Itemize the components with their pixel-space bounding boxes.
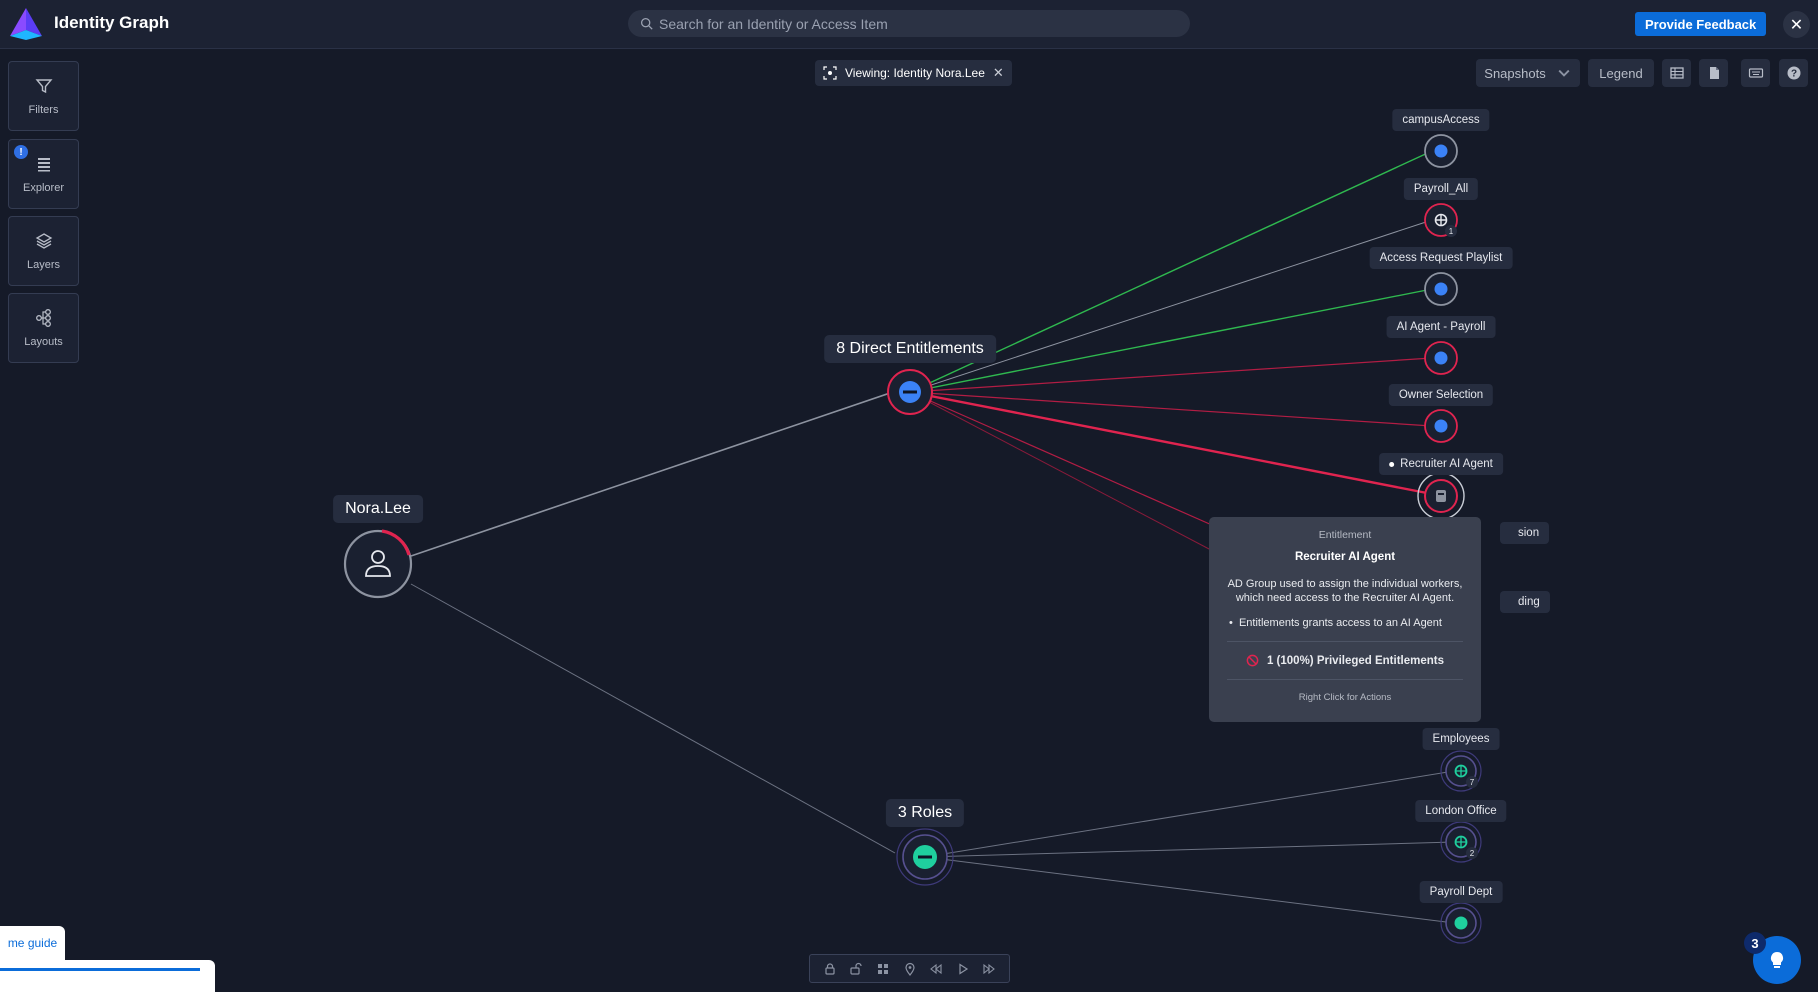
entitlements-group-label: 8 Direct Entitlements [824, 335, 996, 363]
entitlements-group-node[interactable] [887, 369, 933, 415]
identity-graph-canvas[interactable]: 1 7 2 [0, 0, 1818, 992]
roles-group-node[interactable] [896, 828, 954, 886]
tips-count-badge: 3 [1744, 932, 1766, 954]
entitlement-node-owner-selection[interactable] [1424, 409, 1458, 443]
tooltip-hint: Right Click for Actions [1298, 692, 1392, 703]
prohibited-icon [1246, 654, 1259, 667]
entitlement-label: Owner Selection [1388, 384, 1494, 406]
role-node-employees[interactable]: 7 [1440, 750, 1482, 792]
grid-icon[interactable] [876, 962, 890, 976]
bullet-dot-icon: • [1229, 617, 1239, 629]
tooltip-bullet: • Entitlements grants access to an AI Ag… [1227, 617, 1463, 629]
play-icon[interactable] [956, 962, 970, 976]
location-pin-icon[interactable] [903, 962, 917, 976]
entitlement-label-partial: sion [1500, 522, 1550, 544]
divider [1227, 679, 1463, 680]
entitlement-node-payroll-all[interactable]: 1 [1424, 203, 1458, 237]
role-label: Payroll Dept [1419, 881, 1503, 903]
unlock-icon[interactable] [849, 962, 863, 976]
role-label: Employees [1422, 728, 1500, 750]
member-count: 2 [1470, 849, 1475, 858]
privileged-text: 1 (100%) Privileged Entitlements [1266, 654, 1445, 667]
privileged-summary: 1 (100%) Privileged Entitlements [1227, 654, 1463, 667]
entitlement-node-ai-agent-payroll[interactable] [1424, 341, 1458, 375]
guide-tab[interactable]: me guide [0, 926, 65, 960]
divider [1227, 641, 1463, 642]
guide-panel [0, 960, 215, 992]
role-label: London Office [1415, 800, 1507, 822]
identity-node[interactable] [343, 529, 413, 599]
member-count: 7 [1470, 778, 1475, 787]
graph-controls-bar [809, 954, 1010, 983]
roles-group-label: 3 Roles [885, 799, 965, 827]
entitlement-label: Access Request Playlist [1369, 247, 1513, 269]
entitlement-label: Recruiter AI Agent [1400, 458, 1493, 470]
member-count: 1 [1449, 227, 1454, 236]
entitlement-node-campusaccess[interactable] [1424, 134, 1458, 168]
selected-dot-icon [1389, 461, 1395, 467]
entitlement-node-access-request-playlist[interactable] [1424, 272, 1458, 306]
guide-progress-bar [0, 968, 200, 971]
entitlement-tooltip: Entitlement Recruiter AI Agent AD Group … [1209, 517, 1481, 722]
lightbulb-icon [1770, 951, 1784, 968]
lock-icon[interactable] [823, 962, 837, 976]
tooltip-description: AD Group used to assign the individual w… [1227, 578, 1463, 604]
tooltip-bullet-text: Entitlements grants access to an AI Agen… [1238, 617, 1442, 629]
role-node-payroll-dept[interactable] [1440, 902, 1482, 944]
entitlement-label: campusAccess [1392, 109, 1490, 131]
fast-forward-icon[interactable] [982, 962, 996, 976]
role-node-london-office[interactable]: 2 [1440, 821, 1482, 863]
collapse-icon [918, 855, 932, 859]
rewind-icon[interactable] [929, 962, 943, 976]
identity-label: Nora.Lee [333, 495, 423, 523]
tooltip-type: Entitlement [1318, 529, 1372, 541]
entitlement-label-partial: ding [1500, 591, 1550, 613]
collapse-icon [903, 390, 917, 394]
tooltip-title: Recruiter AI Agent [1294, 551, 1396, 563]
entitlement-label: AI Agent - Payroll [1386, 316, 1496, 338]
ai-agent-icon [1436, 490, 1446, 502]
entitlement-label: Payroll_All [1403, 178, 1479, 200]
entitlement-node-recruiter-ai-agent[interactable] [1417, 472, 1465, 520]
entitlement-label-selected: Recruiter AI Agent [1379, 453, 1503, 475]
guide-tab-label: me guide [7, 936, 58, 950]
